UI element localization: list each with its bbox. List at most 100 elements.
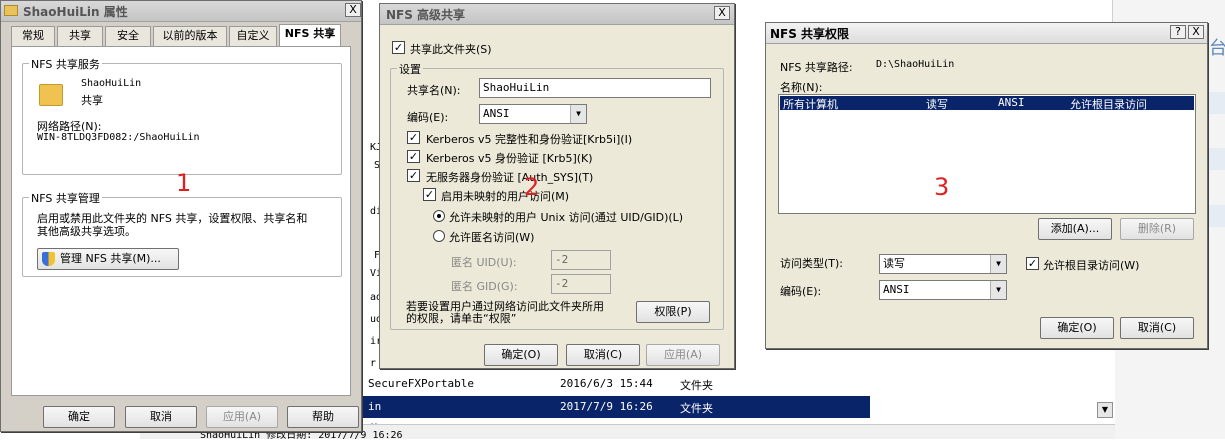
share-path-label: NFS 共享路径: <box>780 61 853 74</box>
list-item[interactable]: 所有计算机 读写 ANSI 允许根目录访问 <box>780 96 1194 111</box>
shield-icon <box>42 252 55 266</box>
tab-label: 共享 <box>69 29 91 42</box>
krb5-checkbox[interactable]: ✓ <box>407 150 420 163</box>
tab-strip: 常规 共享 安全 以前的版本 自定义 NFS 共享 <box>9 24 353 48</box>
share-folder-checkbox[interactable]: ✓ <box>392 41 405 54</box>
folder-icon <box>39 84 63 106</box>
chevron-down-icon: ▼ <box>990 281 1006 299</box>
permissions-title: NFS 共享权限 <box>770 27 850 41</box>
cancel-button[interactable]: 取消(C) <box>1120 317 1194 339</box>
button-label: 确定(O) <box>1057 321 1097 334</box>
anon-gid-label: 匿名 GID(G): <box>451 280 518 293</box>
tab-previous-versions[interactable]: 以前的版本 <box>153 26 227 46</box>
file-name: SecureFXPortable <box>368 377 474 390</box>
share-name-input[interactable]: ShaoHuiLin <box>479 78 711 98</box>
select-value: 读写 <box>883 257 905 270</box>
tab-security[interactable]: 安全 <box>105 26 151 46</box>
authsys-checkbox[interactable]: ✓ <box>407 169 420 182</box>
tab-label: 常规 <box>22 29 44 42</box>
network-path-value[interactable]: WIN-8TLDQ3FD082:/ShaoHuiLin <box>37 132 200 143</box>
button-label: 应用(A) <box>222 410 262 423</box>
folder-status: 共享 <box>81 94 103 107</box>
permissions-list[interactable]: 所有计算机 读写 ANSI 允许根目录访问 <box>778 94 1196 214</box>
file-type: 文件夹 <box>680 379 713 392</box>
tab-nfs-sharing[interactable]: NFS 共享 <box>279 24 341 46</box>
anonymous-access-radio[interactable] <box>433 230 445 242</box>
group-label: NFS 共享服务 <box>29 56 102 72</box>
permissions-titlebar: NFS 共享权限 ? X <box>766 23 1207 44</box>
unmapped-access-checkbox[interactable]: ✓ <box>423 188 436 201</box>
allow-root-access-checkbox[interactable]: ✓ <box>1026 257 1039 270</box>
file-row-selected[interactable]: in 2017/7/9 16:26 文件夹 <box>362 396 870 418</box>
select-value: ANSI <box>483 107 510 120</box>
chevron-down-icon: ▼ <box>990 255 1006 273</box>
button-label: 管理 NFS 共享(M)... <box>60 252 161 265</box>
add-button[interactable]: 添加(A)... <box>1038 218 1112 240</box>
button-label: 取消 <box>150 410 172 423</box>
advanced-title: NFS 高级共享 <box>386 8 466 22</box>
manage-nfs-sharing-button[interactable]: 管理 NFS 共享(M)... <box>37 248 179 270</box>
anonymous-access-label: 允许匿名访问(W) <box>449 231 535 244</box>
apply-button[interactable]: 应用(A) <box>206 406 278 428</box>
access-type-label: 访问类型(T): <box>780 257 844 270</box>
apply-button[interactable]: 应用(A) <box>646 344 720 366</box>
encoding-select[interactable]: ANSI ▼ <box>879 280 1007 300</box>
krb5i-checkbox[interactable]: ✓ <box>407 131 420 144</box>
group-label: NFS 共享管理 <box>29 190 102 206</box>
close-icon: X <box>349 3 357 16</box>
ok-button[interactable]: 确定 <box>43 406 115 428</box>
ok-button[interactable]: 确定(O) <box>1040 317 1114 339</box>
cancel-button[interactable]: 取消 <box>125 406 197 428</box>
folder-icon <box>4 5 18 16</box>
button-label: 取消(C) <box>583 348 623 361</box>
select-value: ANSI <box>883 283 910 296</box>
tab-sharing[interactable]: 共享 <box>57 26 103 46</box>
help-button[interactable]: 帮助 <box>287 406 359 428</box>
tab-customize[interactable]: 自定义 <box>229 26 277 46</box>
settings-group: 设置 共享名(N): ShaoHuiLin 编码(E): ANSI ▼ ✓ Ke… <box>390 61 724 330</box>
folder-name: ShaoHuiLin <box>81 78 142 89</box>
tab-label: 安全 <box>117 29 139 42</box>
close-button[interactable]: X <box>1188 25 1204 39</box>
allow-root-access-label: 允许根目录访问(W) <box>1043 259 1140 272</box>
access-type-select[interactable]: 读写 ▼ <box>879 254 1007 274</box>
ok-button[interactable]: 确定(O) <box>484 344 558 366</box>
button-label: 确定(O) <box>501 348 541 361</box>
help-button[interactable]: ? <box>1170 25 1186 39</box>
remove-button[interactable]: 删除(R) <box>1120 218 1194 240</box>
close-button[interactable]: X <box>714 6 730 20</box>
anon-uid-input[interactable]: -2 <box>551 250 611 270</box>
properties-titlebar: ShaoHuiLin 属性 X <box>1 1 361 22</box>
scroll-down-button[interactable]: ▼ <box>1097 402 1113 418</box>
permissions-button[interactable]: 权限(P) <box>636 301 710 323</box>
button-label: 帮助 <box>312 410 334 423</box>
nfs-service-group: NFS 共享服务 ShaoHuiLin 共享 网络路径(N): WIN-8TLD… <box>22 56 342 175</box>
button-label: 应用(A) <box>663 348 703 361</box>
entry-encoding: ANSI <box>998 96 1025 109</box>
cancel-button[interactable]: 取消(C) <box>566 344 640 366</box>
file-row[interactable]: SecureFXPortable 2016/6/3 15:44 文件夹 <box>362 374 870 394</box>
unix-access-radio[interactable] <box>433 210 445 222</box>
anon-gid-input[interactable]: -2 <box>551 274 611 294</box>
annotation-marker-1: 1 <box>176 169 192 197</box>
file-type: 文件夹 <box>680 402 713 415</box>
krb5-label: Kerberos v5 身份验证 [Krb5](K) <box>426 152 593 165</box>
tab-label: 以前的版本 <box>162 29 218 42</box>
encoding-select[interactable]: ANSI ▼ <box>479 104 587 124</box>
tab-general[interactable]: 常规 <box>11 26 55 46</box>
file-name: in <box>368 400 382 413</box>
entry-name: 所有计算机 <box>783 98 838 111</box>
button-label: 确定 <box>68 410 90 423</box>
close-button[interactable]: X <box>345 3 361 17</box>
encoding-label: 编码(E): <box>407 111 449 124</box>
chevron-down-icon: ▼ <box>1101 405 1109 414</box>
bg-partial-text: r <box>370 358 377 369</box>
advanced-titlebar: NFS 高级共享 X <box>380 4 734 25</box>
share-path-value: D:\ShaoHuiLin <box>876 59 955 70</box>
anon-uid-label: 匿名 UID(U): <box>451 256 517 269</box>
nfs-manage-group: NFS 共享管理 启用或禁用此文件夹的 NFS 共享，设置权限、共享名和 其他高… <box>22 190 342 277</box>
names-label: 名称(N): <box>780 81 823 94</box>
button-label: 添加(A)... <box>1050 222 1100 235</box>
group-label: 设置 <box>397 61 423 77</box>
nfs-advanced-sharing-dialog: NFS 高级共享 X ✓ 共享此文件夹(S) 设置 共享名(N): ShaoHu… <box>379 3 735 369</box>
